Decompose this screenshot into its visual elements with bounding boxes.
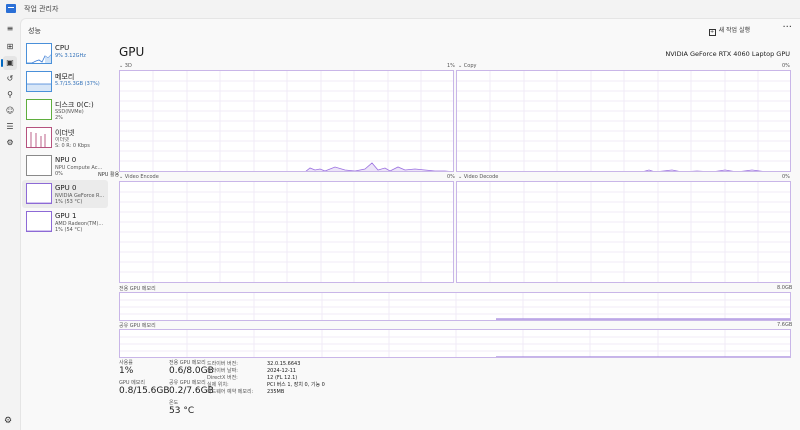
graph-shared-memory	[119, 329, 791, 358]
page-title: 성능	[28, 27, 41, 35]
gpu0-thumbnail	[26, 183, 52, 204]
dedicated-memory-max: 8.0GB	[777, 285, 793, 291]
page-title: GPU	[119, 45, 145, 59]
graph-encode-max: 0%	[447, 174, 455, 180]
services-icon[interactable]: ⚙	[3, 136, 17, 150]
sidebar-item-detail: SSD(NVMe) 2%	[55, 109, 107, 121]
title-bar: 작업 관리자	[0, 0, 800, 18]
utilization-value: 1%	[119, 366, 134, 376]
processes-icon[interactable]: ⊞	[3, 40, 17, 54]
graph-copy	[456, 70, 791, 172]
stats-column-1: 사용률 1% GPU 메모리 0.8/15.6GB	[119, 360, 170, 400]
graph-copy-title: Copy	[463, 63, 477, 69]
performance-icon[interactable]: ▣	[1, 56, 17, 70]
info-key: 드라이버 날짜:	[207, 368, 238, 374]
disk-thumbnail	[26, 99, 52, 120]
menu-icon[interactable]: ≡	[3, 22, 17, 36]
temperature-value: 53 °C	[169, 406, 195, 416]
run-new-task-button[interactable]: + 새 작업 실행	[708, 25, 750, 36]
sidebar-item-label: NPU 0	[55, 156, 77, 164]
sidebar-item-detail: NVIDIA GeForce R... 1% (53 °C)	[55, 193, 107, 205]
performance-sidebar: CPU 9% 3.12GHz 메모리 5.7/15.3GB (37%) 디스크 …	[22, 40, 108, 236]
info-key: DirectX 버전:	[207, 375, 238, 381]
graph-video-decode	[456, 181, 791, 283]
shared-memory-label: 공유 GPU 메모리	[119, 323, 156, 329]
settings-icon[interactable]: ⚙	[4, 416, 12, 426]
more-options-button[interactable]: ···	[782, 22, 792, 33]
gpu1-usage: 1% (54 °C)	[55, 227, 83, 233]
npu-tooltip: NPU 활용	[97, 171, 121, 178]
gpu-memory-value: 0.8/15.6GB	[119, 386, 170, 396]
sidebar-item-detail: 이더넷 S: 0 R: 0 Kbps	[55, 137, 107, 149]
sidebar-item-label: GPU 1	[55, 212, 77, 220]
startup-icon[interactable]: ⚲	[3, 88, 17, 102]
info-row: 하드웨어 예약 메모리: 235MB	[207, 389, 325, 396]
sidebar-item-memory[interactable]: 메모리 5.7/15.3GB (37%)	[22, 68, 108, 96]
graph-encode-label: ⌄ Video Encode	[119, 174, 159, 180]
sidebar-item-detail: 9% 3.12GHz	[55, 53, 86, 59]
npu-thumbnail	[26, 155, 52, 176]
info-value: 2024-12-11	[267, 368, 297, 374]
sidebar-item-npu[interactable]: NPU 0 NPU Compute Ac... 0%	[22, 152, 108, 180]
graph-copy-max: 0%	[782, 63, 790, 69]
sidebar-item-disk[interactable]: 디스크 0(C:) SSD(NVMe) 2%	[22, 96, 108, 124]
npu-usage: 0%	[55, 171, 63, 177]
sidebar-item-gpu-0[interactable]: GPU 0 NVIDIA GeForce R... 1% (53 °C)	[22, 180, 108, 208]
details-icon[interactable]: ☰	[3, 120, 17, 134]
ethernet-throughput: S: 0 R: 0 Kbps	[55, 143, 90, 149]
run-task-label: 새 작업 실행	[718, 27, 750, 34]
sidebar-item-label: CPU	[55, 44, 70, 52]
users-icon[interactable]: ☺	[3, 104, 17, 118]
info-row: 드라이버 버전: 32.0.15.6643	[207, 361, 325, 368]
info-value: PCI 버스 1, 장치 0, 기능 0	[267, 382, 325, 388]
disk-usage: 2%	[55, 115, 63, 121]
graph-decode-max: 0%	[782, 174, 790, 180]
info-row: 실제 위치: PCI 버스 1, 장치 0, 기능 0	[207, 382, 325, 389]
graph-dedicated-memory	[119, 292, 791, 321]
info-key: 하드웨어 예약 메모리:	[207, 389, 254, 395]
ethernet-thumbnail	[26, 127, 52, 148]
info-value: 32.0.15.6643	[267, 361, 301, 367]
nav-rail: ≡ ⊞ ▣ ↺ ⚲ ☺ ☰ ⚙	[0, 18, 20, 430]
dedicated-memory-label: 전용 GPU 메모리	[119, 286, 156, 292]
graph-decode-label: ⌄ Video Decode	[458, 174, 499, 180]
graph-3d-max: 1%	[447, 63, 455, 69]
graph-video-encode	[119, 181, 454, 283]
graph-3d	[119, 70, 454, 172]
run-task-icon: +	[708, 29, 716, 36]
memory-thumbnail	[26, 71, 52, 92]
gpu0-usage: 1% (53 °C)	[55, 199, 83, 205]
sidebar-item-label: GPU 0	[55, 184, 77, 192]
info-value: 12 (FL 12.1)	[267, 375, 298, 381]
window-title: 작업 관리자	[24, 5, 59, 13]
gpu-info-table: 드라이버 버전: 32.0.15.6643 드라이버 날짜: 2024-12-11 …	[207, 361, 325, 396]
graph-encode-title: Video Encode	[124, 174, 159, 180]
graph-3d-title: 3D	[124, 63, 132, 69]
page-header: 성능 + 새 작업 실행 ···	[20, 18, 800, 42]
task-manager-icon	[6, 4, 16, 13]
shared-memory-max: 7.6GB	[777, 322, 793, 328]
cpu-thumbnail	[26, 43, 52, 64]
graph-copy-label: ⌄ Copy	[458, 63, 477, 69]
info-row: DirectX 버전: 12 (FL 12.1)	[207, 375, 325, 382]
sidebar-item-detail: AMD Radeon(TM)... 1% (54 °C)	[55, 221, 107, 233]
sidebar-item-cpu[interactable]: CPU 9% 3.12GHz	[22, 40, 108, 68]
app-history-icon[interactable]: ↺	[3, 72, 17, 86]
sidebar-item-gpu-1[interactable]: GPU 1 AMD Radeon(TM)... 1% (54 °C)	[22, 208, 108, 236]
sidebar-item-detail: 5.7/15.3GB (37%)	[55, 81, 100, 87]
info-value: 235MB	[267, 389, 285, 395]
gpu-model-name: NVIDIA GeForce RTX 4060 Laptop GPU	[665, 50, 790, 58]
info-row: 드라이버 날짜: 2024-12-11	[207, 368, 325, 375]
info-key: 드라이버 버전:	[207, 361, 238, 367]
gpu1-thumbnail	[26, 211, 52, 232]
graph-decode-title: Video Decode	[463, 174, 499, 180]
graph-3d-label: ⌄ 3D	[119, 63, 132, 69]
sidebar-item-ethernet[interactable]: 이더넷 이더넷 S: 0 R: 0 Kbps	[22, 124, 108, 152]
info-key: 실제 위치:	[207, 382, 229, 388]
